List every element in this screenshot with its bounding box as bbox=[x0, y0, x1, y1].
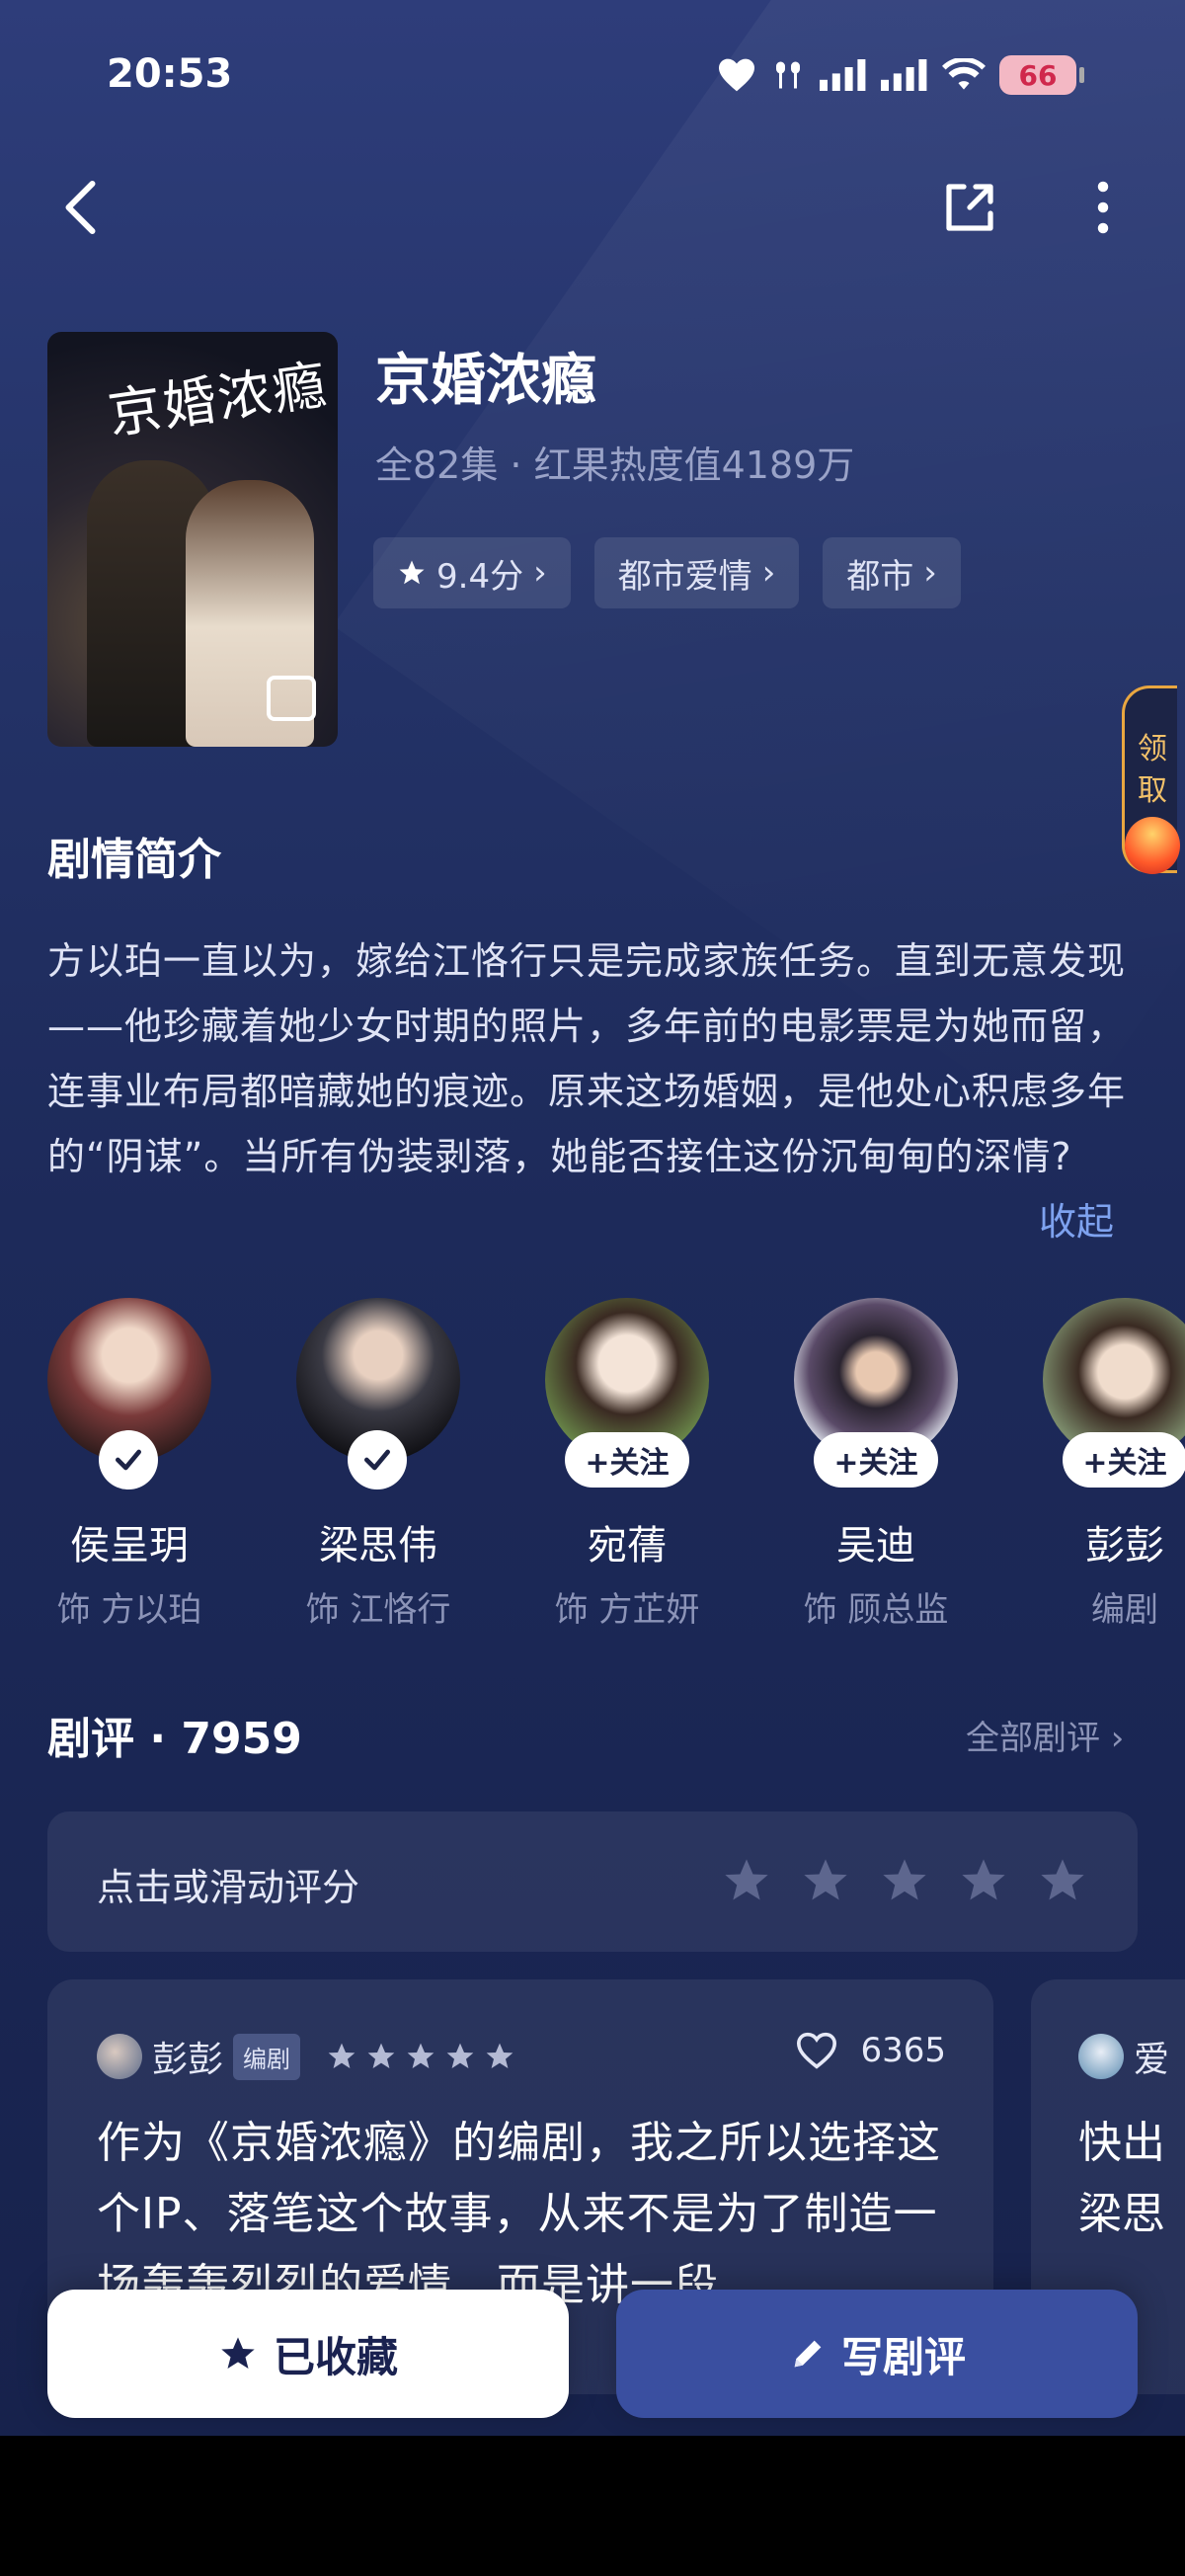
review-text-line: 梁思 bbox=[1078, 2189, 1165, 2239]
followed-check-icon[interactable] bbox=[99, 1430, 158, 1489]
red-envelope-icon bbox=[1125, 817, 1180, 874]
like-control[interactable]: 6365 bbox=[795, 2031, 946, 2070]
reviewer-badge: 编剧 bbox=[233, 2033, 301, 2080]
genre-tag[interactable]: 都市爱情 › bbox=[593, 537, 800, 608]
reviewer-name[interactable]: 爱 bbox=[1134, 2031, 1169, 2082]
heart-outline-icon[interactable] bbox=[795, 2031, 838, 2070]
cast-name: 彭彭 bbox=[1085, 1523, 1164, 1569]
cast-name: 宛蒨 bbox=[588, 1523, 667, 1569]
reviews-title: 剧评 · 7959 bbox=[47, 1714, 302, 1764]
star-icon bbox=[399, 560, 425, 585]
review-header: 彭彭 编剧 bbox=[97, 2031, 515, 2082]
cast-name: 吴迪 bbox=[836, 1523, 915, 1569]
drama-title: 京婚浓瘾 bbox=[375, 349, 596, 413]
star-icon[interactable] bbox=[800, 1855, 851, 1906]
avatar[interactable] bbox=[1078, 2034, 1124, 2079]
tag-list: 9.4分 › 都市爱情 › 都市 › bbox=[373, 537, 961, 608]
reward-label-1: 领 bbox=[1138, 732, 1167, 766]
rating-tag[interactable]: 9.4分 › bbox=[373, 537, 571, 608]
star-icon[interactable] bbox=[879, 1855, 930, 1906]
status-time: 20:53 bbox=[107, 51, 233, 97]
cast-role: 饰 方芷妍 bbox=[554, 1590, 700, 1630]
signal-icon bbox=[820, 59, 866, 91]
category-tag-label: 都市 bbox=[846, 556, 914, 597]
like-count: 6365 bbox=[860, 2031, 946, 2070]
all-reviews-link[interactable]: 全部剧评 › bbox=[966, 1711, 1124, 1759]
rating-box[interactable]: 点击或滑动评分 bbox=[47, 1811, 1138, 1952]
collapse-link[interactable]: 收起 bbox=[1039, 1191, 1114, 1246]
star-icon bbox=[328, 2043, 356, 2068]
review-header: 爱 bbox=[1078, 2031, 1169, 2082]
star-filled-icon bbox=[221, 2337, 255, 2369]
chevron-right-icon: › bbox=[923, 553, 937, 593]
cast-item[interactable]: +关注 吴迪 饰 顾总监 bbox=[794, 1298, 958, 1631]
star-icon bbox=[407, 2043, 434, 2068]
genre-tag-label: 都市爱情 bbox=[617, 556, 752, 597]
chevron-right-icon: › bbox=[761, 553, 776, 593]
follow-button[interactable]: +关注 bbox=[565, 1432, 689, 1488]
favorite-label: 已收藏 bbox=[273, 2332, 398, 2381]
cast-name: 侯呈玥 bbox=[70, 1523, 189, 1569]
reward-label-2: 取 bbox=[1138, 773, 1167, 808]
review-stars bbox=[326, 2041, 515, 2072]
cast-role: 饰 江恪行 bbox=[305, 1590, 451, 1630]
star-icon[interactable] bbox=[1037, 1855, 1088, 1906]
review-text-line: 快出 bbox=[1078, 2118, 1165, 2168]
follow-button[interactable]: +关注 bbox=[1063, 1432, 1185, 1488]
cast-item[interactable]: 侯呈玥 饰 方以珀 bbox=[47, 1298, 211, 1631]
earbuds-icon bbox=[776, 61, 800, 89]
star-icon bbox=[446, 2043, 474, 2068]
more-options-icon[interactable] bbox=[1078, 178, 1128, 237]
star-icon bbox=[367, 2043, 395, 2068]
rating-stars[interactable] bbox=[721, 1855, 1088, 1906]
reviewer-name[interactable]: 彭彭 bbox=[152, 2031, 223, 2082]
back-arrow-icon[interactable] bbox=[57, 178, 107, 237]
reward-float-button[interactable]: 领 取 bbox=[1122, 685, 1180, 874]
wifi-icon bbox=[942, 58, 986, 90]
pencil-icon bbox=[794, 2340, 822, 2368]
screen: 20:53 66 京婚浓瘾 京婚浓瘾 全82集 · 红果热度值4189万 9.4… bbox=[0, 0, 1185, 2436]
cast-role: 饰 顾总监 bbox=[803, 1590, 949, 1630]
cast-role: 饰 方以珀 bbox=[56, 1590, 202, 1630]
rating-tag-label: 9.4分 bbox=[436, 556, 524, 597]
followed-check-icon[interactable] bbox=[348, 1430, 407, 1489]
cast-name: 梁思伟 bbox=[319, 1523, 437, 1569]
category-tag[interactable]: 都市 › bbox=[823, 537, 961, 608]
favorite-button[interactable]: 已收藏 bbox=[47, 2290, 569, 2418]
cast-item[interactable]: +关注 宛蒨 饰 方芷妍 bbox=[545, 1298, 709, 1631]
review-text: 快出 梁思 bbox=[1078, 2108, 1185, 2250]
star-icon[interactable] bbox=[721, 1855, 772, 1906]
follow-button[interactable]: +关注 bbox=[814, 1432, 938, 1488]
drama-poster[interactable]: 京婚浓瘾 bbox=[47, 332, 338, 747]
cast-item[interactable]: +关注 彭彭 编剧 bbox=[1043, 1298, 1185, 1631]
synopsis-title: 剧情简介 bbox=[47, 835, 221, 885]
cast-item[interactable]: 梁思伟 饰 江恪行 bbox=[296, 1298, 460, 1631]
signal-icon-2 bbox=[881, 59, 927, 91]
rating-prompt: 点击或滑动评分 bbox=[97, 1866, 360, 1909]
chevron-right-icon: › bbox=[533, 553, 547, 593]
write-review-label: 写剧评 bbox=[840, 2332, 966, 2381]
star-icon bbox=[486, 2043, 514, 2068]
status-icons: 66 bbox=[717, 55, 1084, 95]
gallery-icon[interactable] bbox=[267, 676, 316, 721]
cast-list: 侯呈玥 饰 方以珀 梁思伟 饰 江恪行 +关注 宛蒨 饰 方芷妍 +关注 吴迪 … bbox=[47, 1298, 1185, 1631]
drama-subtitle: 全82集 · 红果热度值4189万 bbox=[375, 443, 855, 487]
synopsis-text: 方以珀一直以为，嫁给江恪行只是完成家族任务。直到无意发现——他珍藏着她少女时期的… bbox=[47, 939, 1127, 1178]
share-icon[interactable] bbox=[940, 178, 999, 237]
avatar[interactable] bbox=[97, 2034, 142, 2079]
battery-indicator: 66 bbox=[999, 55, 1084, 95]
heart-status-icon bbox=[719, 58, 754, 92]
write-review-button[interactable]: 写剧评 bbox=[616, 2290, 1138, 2418]
cast-role: 编剧 bbox=[1091, 1590, 1158, 1630]
star-icon[interactable] bbox=[958, 1855, 1009, 1906]
poster-title: 京婚浓瘾 bbox=[104, 353, 332, 446]
